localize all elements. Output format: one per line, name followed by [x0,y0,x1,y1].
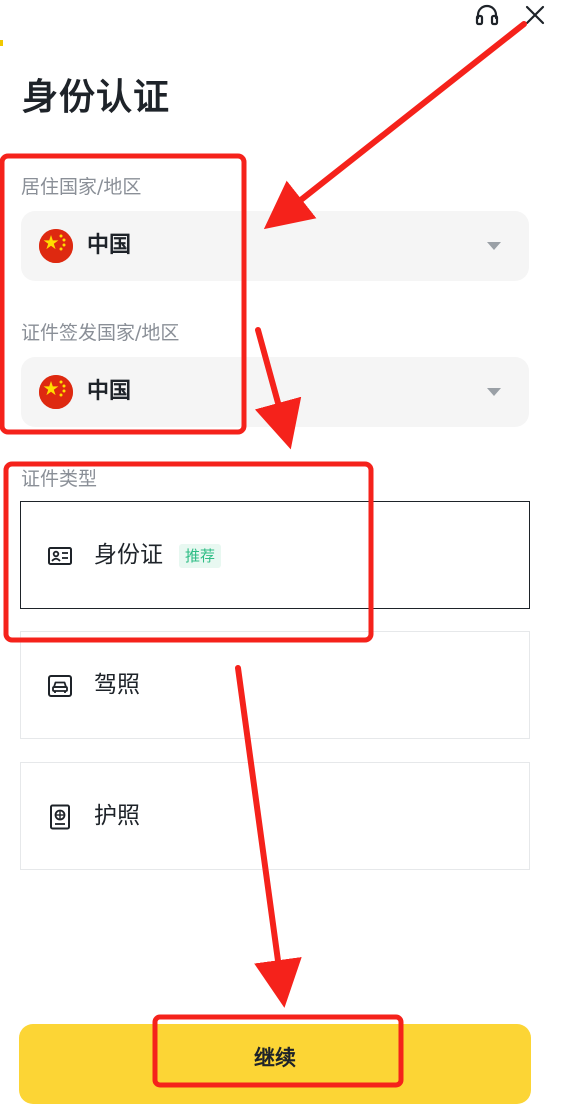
china-flag-icon [39,375,73,409]
annotation-arrow [263,21,527,230]
document-option-passport[interactable]: 护照 [20,762,530,870]
accent-marker [0,40,3,46]
china-flag-icon [39,229,73,263]
issuing-country-label: 证件签发国家/地区 [21,322,180,344]
residence-country-value: 中国 [87,233,132,258]
continue-button[interactable]: 继续 [19,1024,531,1104]
chevron-down-icon [487,242,501,250]
residence-country-label: 居住国家/地区 [21,176,142,198]
close-icon[interactable] [522,2,548,28]
top-bar [0,0,564,46]
residence-country-select[interactable]: 中国 [21,211,529,281]
document-option-id-card[interactable]: 身份证 推荐 [20,501,530,609]
document-option-label: 驾照 [94,672,140,698]
continue-button-label: 继续 [254,1046,296,1070]
passport-icon [50,804,70,830]
document-option-label: 身份证 [94,542,163,568]
page-title: 身份认证 [22,77,171,118]
chevron-down-icon [487,388,501,396]
document-option-drivers-license[interactable]: 驾照 [20,631,530,739]
document-type-label: 证件类型 [21,468,98,490]
document-option-label: 护照 [94,803,140,829]
issuing-country-select[interactable]: 中国 [21,357,529,427]
recommended-badge: 推荐 [179,544,222,568]
id-card-icon [48,547,72,565]
headset-icon[interactable] [474,2,500,28]
drivers-license-icon [48,675,72,697]
issuing-country-value: 中国 [87,379,132,404]
